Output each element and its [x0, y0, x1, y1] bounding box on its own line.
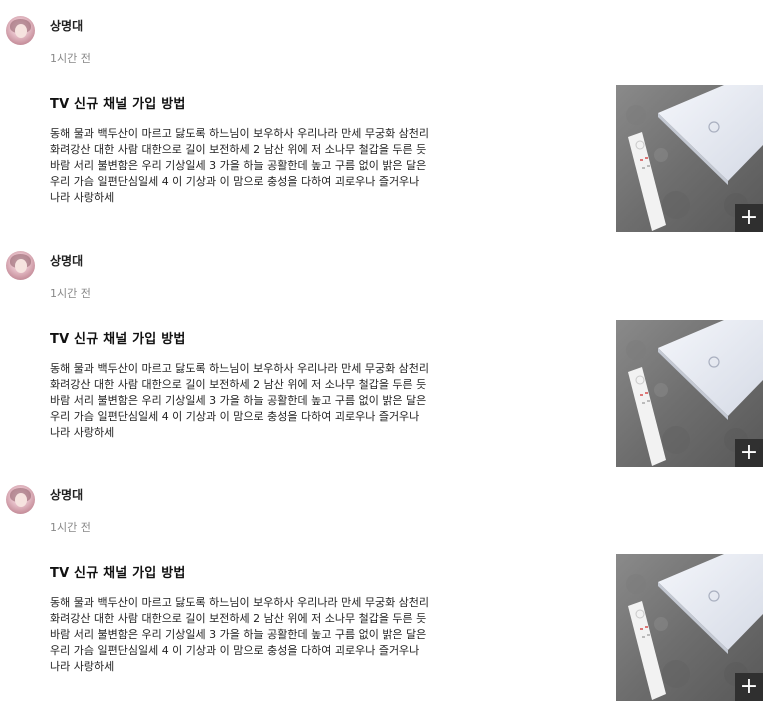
avatar[interactable]: [6, 251, 35, 280]
post-body: 동해 물과 백두산이 마르고 닳도록 하느님이 보우하사 우리나라 만세 무궁화…: [50, 127, 430, 204]
post-card[interactable]: 상명대 1시간 전 TV 신규 채널 가입 방법 동해 물과 백두산이 마르고 …: [0, 235, 769, 470]
avatar[interactable]: [6, 16, 35, 45]
post-time: 1시간 전: [50, 521, 91, 534]
post-time: 1시간 전: [50, 52, 91, 65]
post-thumbnail[interactable]: +: [616, 554, 763, 701]
plus-icon[interactable]: +: [735, 439, 763, 467]
author-name[interactable]: 상명대: [50, 487, 83, 503]
post-title[interactable]: TV 신규 채널 가입 방법: [50, 565, 186, 583]
author-name[interactable]: 상명대: [50, 18, 83, 34]
avatar[interactable]: [6, 485, 35, 514]
post-card[interactable]: 상명대 1시간 전 TV 신규 채널 가입 방법 동해 물과 백두산이 마르고 …: [0, 0, 769, 235]
plus-icon[interactable]: +: [735, 673, 763, 701]
post-feed: 상명대 1시간 전 TV 신규 채널 가입 방법 동해 물과 백두산이 마르고 …: [0, 0, 769, 706]
post-card[interactable]: 상명대 1시간 전 TV 신규 채널 가입 방법 동해 물과 백두산이 마르고 …: [0, 469, 769, 704]
post-title[interactable]: TV 신규 채널 가입 방법: [50, 331, 186, 349]
post-thumbnail[interactable]: +: [616, 85, 763, 232]
post-title[interactable]: TV 신규 채널 가입 방법: [50, 96, 186, 114]
post-body: 동해 물과 백두산이 마르고 닳도록 하느님이 보우하사 우리나라 만세 무궁화…: [50, 362, 430, 439]
post-time: 1시간 전: [50, 287, 91, 300]
post-body: 동해 물과 백두산이 마르고 닳도록 하느님이 보우하사 우리나라 만세 무궁화…: [50, 596, 430, 673]
plus-icon[interactable]: +: [735, 204, 763, 232]
author-name[interactable]: 상명대: [50, 253, 83, 269]
post-thumbnail[interactable]: +: [616, 320, 763, 467]
